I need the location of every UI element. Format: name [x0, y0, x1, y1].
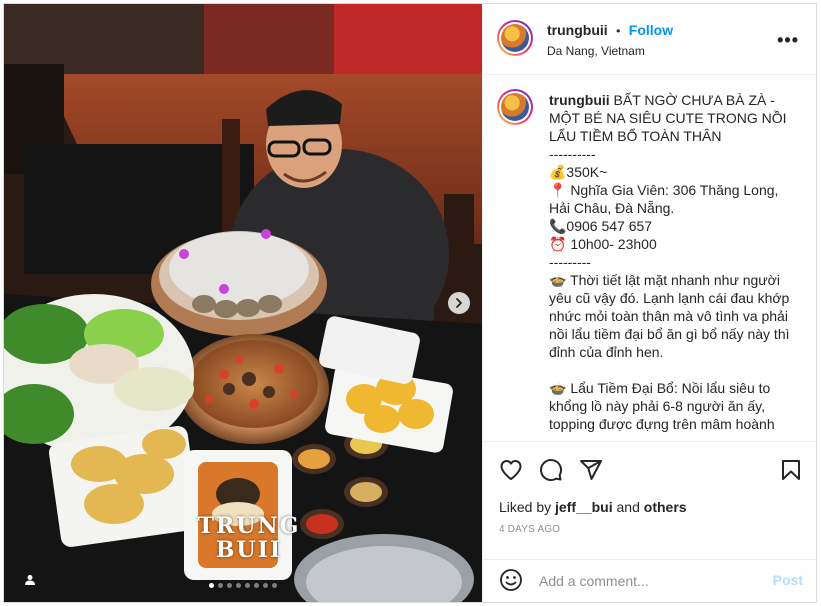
share-icon[interactable] — [579, 458, 603, 482]
caption-username[interactable]: trungbuii — [549, 92, 610, 108]
carousel-dot — [272, 583, 277, 588]
carousel-dot — [218, 583, 223, 588]
post-comment-button[interactable]: Post — [773, 572, 803, 588]
header-separator: • — [616, 24, 621, 38]
post-media[interactable]: TRUNG BUII — [4, 4, 482, 602]
avatar[interactable] — [497, 20, 533, 56]
follow-button[interactable]: Follow — [629, 22, 673, 38]
comment-icon[interactable] — [539, 458, 563, 482]
post-dialog: TRUNG BUII trungbuii • Follow Da Nang, V… — [3, 3, 817, 603]
caption-section: trungbuii BẤT NGỜ CHƯA BÀ ZÀ - MỘT BÉ NA… — [483, 75, 816, 441]
post-actions: Liked by jeff__bui and others 4 DAYS AGO… — [483, 441, 816, 602]
carousel-dot — [263, 583, 268, 588]
liked-by-and: and — [616, 499, 640, 515]
carousel-dot — [254, 583, 259, 588]
watermark-logo: TRUNG BUII — [194, 514, 304, 562]
post-header: trungbuii • Follow Da Nang, Vietnam ••• — [483, 4, 816, 75]
emoji-icon[interactable] — [499, 568, 523, 592]
chevron-right-icon — [456, 298, 462, 308]
caption-body: BẤT NGỜ CHƯA BÀ ZÀ - MỘT BÉ NA SIÊU CUTE… — [549, 92, 790, 432]
comment-box: Post — [483, 559, 816, 602]
carousel-dot — [227, 583, 232, 588]
post-location[interactable]: Da Nang, Vietnam — [547, 44, 645, 58]
watermark-line2: BUII — [215, 537, 283, 563]
carousel-dot — [236, 583, 241, 588]
heart-icon[interactable] — [499, 458, 523, 482]
author-username[interactable]: trungbuii — [547, 22, 608, 38]
liked-by-prefix: Liked by — [499, 499, 552, 515]
post-sidebar: trungbuii • Follow Da Nang, Vietnam ••• … — [482, 4, 816, 602]
caption-text: trungbuii BẤT NGỜ CHƯA BÀ ZÀ - MỘT BÉ NA… — [549, 91, 799, 433]
carousel-dot — [245, 583, 250, 588]
liked-by-others[interactable]: others — [644, 499, 687, 515]
carousel-indicator — [4, 583, 482, 588]
more-options-button[interactable]: ••• — [777, 30, 799, 51]
likes-summary: Liked by jeff__bui and others — [499, 499, 687, 515]
carousel-next-button[interactable] — [448, 292, 470, 314]
liked-by-user[interactable]: jeff__bui — [555, 499, 613, 515]
comment-input[interactable] — [539, 570, 749, 592]
watermark-line1: TRUNG — [197, 513, 301, 539]
user-tags-button[interactable] — [17, 567, 43, 593]
more-icon: ••• — [777, 30, 799, 50]
post-date[interactable]: 4 DAYS AGO — [499, 524, 560, 535]
carousel-dot — [209, 583, 214, 588]
caption-avatar[interactable] — [497, 89, 533, 125]
bookmark-icon[interactable] — [779, 458, 803, 482]
